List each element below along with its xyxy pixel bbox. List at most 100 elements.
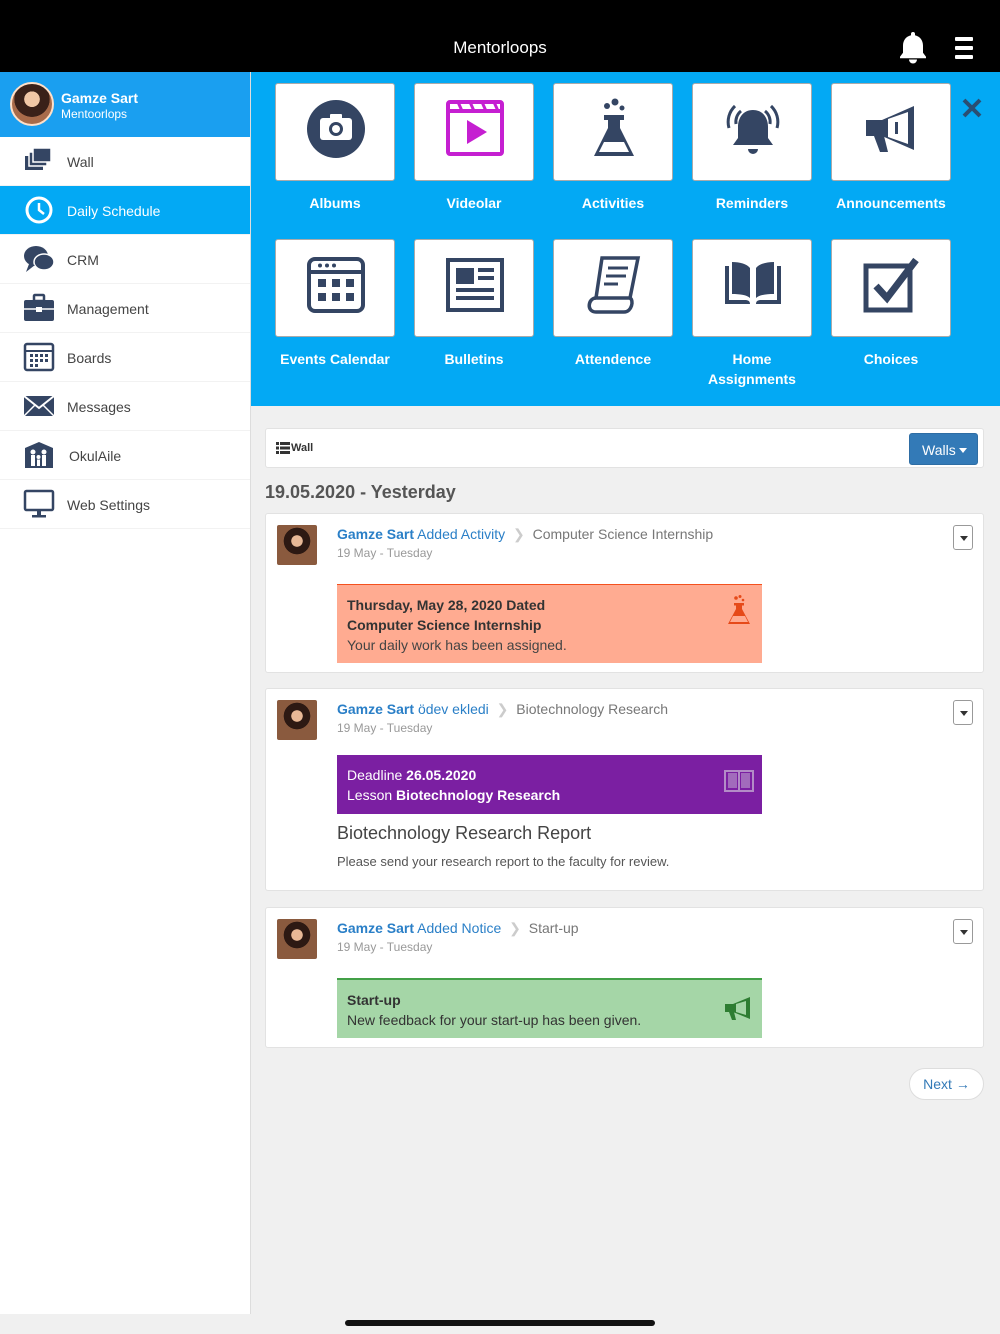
sidebar-item-web-settings[interactable]: Web Settings <box>0 480 250 529</box>
lesson-label: Lesson <box>347 787 393 803</box>
post-author[interactable]: Gamze Sart <box>337 526 414 542</box>
tile-announcements[interactable]: Announcements <box>831 83 951 213</box>
assignment-card[interactable]: Deadline 26.05.2020 Lesson Biotechnology… <box>337 755 762 814</box>
tile-bulletins[interactable]: Bulletins <box>414 239 534 369</box>
tile-box <box>831 239 951 337</box>
sidebar-item-boards[interactable]: Boards <box>0 333 250 382</box>
newspaper-icon <box>446 258 504 312</box>
megaphone-icon <box>866 106 914 152</box>
card-deadline: Deadline 26.05.2020 <box>347 765 476 785</box>
tile-choices[interactable]: Choices <box>831 239 951 369</box>
envelope-icon <box>23 395 55 417</box>
tile-albums[interactable]: Albums <box>275 83 395 213</box>
profile-name: Gamze Sart <box>61 90 139 106</box>
post-header: Gamze Sart ödev ekledi ❯ Biotechnology R… <box>337 701 668 718</box>
tile-label: Albums <box>309 195 361 211</box>
post-header: Gamze Sart Added Notice ❯ Start-up <box>337 920 579 937</box>
close-icon[interactable] <box>960 96 984 120</box>
tile-events-calendar[interactable]: Events Calendar <box>275 239 395 369</box>
home-indicator <box>345 1320 655 1326</box>
deadline-label: Deadline <box>347 767 403 783</box>
flask-icon <box>594 98 634 156</box>
post-notice: Gamze Sart Added Notice ❯ Start-up 19 Ma… <box>265 907 984 1048</box>
avatar <box>10 82 54 126</box>
assignment-description: Please send your research report to the … <box>337 854 670 869</box>
post-action[interactable]: ödev ekledi <box>418 701 489 717</box>
tile-reminders[interactable]: Reminders <box>692 83 812 213</box>
tile-label: Attendence <box>574 351 652 367</box>
family-icon <box>25 442 53 468</box>
sidebar-item-label: OkulAile <box>69 448 122 464</box>
post-time: 19 May - Tuesday <box>337 721 433 735</box>
board-icon <box>23 342 55 372</box>
card-title: Start-up <box>347 992 401 1008</box>
megaphone-icon <box>725 997 750 1020</box>
sidebar-item-messages[interactable]: Messages <box>0 382 250 431</box>
briefcase-icon <box>24 293 54 321</box>
walls-dropdown-button[interactable]: Walls <box>909 433 978 465</box>
tile-label: Home Assignments <box>708 351 796 387</box>
quick-menu-panel: Albums Videolar Activities Reminders Ann… <box>251 72 1000 406</box>
top-bar: Mentorloops <box>0 0 1000 72</box>
activity-card[interactable]: Thursday, May 28, 2020 Dated Computer Sc… <box>337 584 762 663</box>
flask-icon <box>728 595 750 624</box>
post-action[interactable]: Added Notice <box>417 920 501 936</box>
card-text: New feedback for your start-up has been … <box>347 1012 642 1028</box>
tile-home-assignments[interactable]: Home Assignments <box>692 239 812 389</box>
lesson-value: Biotechnology Research <box>396 787 561 803</box>
camera-icon <box>307 100 365 158</box>
video-icon <box>446 100 504 156</box>
sidebar-item-label: Management <box>67 301 149 317</box>
post-author[interactable]: Gamze Sart <box>337 701 414 717</box>
checkbox-icon <box>863 257 919 313</box>
scroll-icon <box>587 256 641 314</box>
sidebar-item-label: Messages <box>67 399 131 415</box>
avatar[interactable] <box>277 700 317 740</box>
bell-icon[interactable] <box>898 30 928 64</box>
sidebar-item-wall[interactable]: Wall <box>0 137 250 186</box>
tile-box <box>692 83 812 181</box>
deadline-value: 26.05.2020 <box>406 767 477 783</box>
chevron-right-icon: ❯ <box>509 920 521 936</box>
tile-box <box>553 83 673 181</box>
sidebar-item-management[interactable]: Management <box>0 284 250 333</box>
profile-org: Mentoorlops <box>61 107 128 121</box>
tile-videolar[interactable]: Videolar <box>414 83 534 213</box>
notice-card[interactable]: Start-up New feedback for your start-up … <box>337 978 762 1038</box>
tile-label: Choices <box>863 351 919 367</box>
user-profile[interactable]: Gamze Sart Mentoorlops <box>0 72 250 137</box>
sidebar-item-label: Web Settings <box>67 497 151 513</box>
post-header: Gamze Sart Added Activity ❯ Computer Sci… <box>337 526 713 543</box>
tile-activities[interactable]: Activities <box>553 83 673 213</box>
tile-attendence[interactable]: Attendence <box>553 239 673 369</box>
wall-label: Wall <box>291 442 314 454</box>
calendar-icon <box>307 257 365 313</box>
post-context: Biotechnology Research <box>516 701 669 717</box>
clock-icon <box>25 196 53 224</box>
post-action[interactable]: Added Activity <box>417 526 505 542</box>
next-page-button[interactable]: Next → <box>909 1068 984 1100</box>
tile-box <box>414 239 534 337</box>
avatar[interactable] <box>277 525 317 565</box>
app-title: Mentorloops <box>453 38 547 57</box>
walls-button-label: Walls <box>922 442 956 458</box>
tile-box <box>275 83 395 181</box>
tile-box <box>275 239 395 337</box>
sidebar-item-daily-schedule[interactable]: Daily Schedule <box>0 186 250 235</box>
sidebar-item-crm[interactable]: CRM <box>0 235 250 284</box>
sidebar: Gamze Sart Mentoorlops Wall Daily Schedu… <box>0 72 251 1314</box>
tile-box <box>692 239 812 337</box>
hamburger-menu-icon[interactable] <box>955 37 973 61</box>
sidebar-item-okulaile[interactable]: OkulAile <box>0 431 250 480</box>
post-options-dropdown[interactable] <box>953 919 973 944</box>
post-options-dropdown[interactable] <box>953 525 973 550</box>
post-author[interactable]: Gamze Sart <box>337 920 414 936</box>
post-options-dropdown[interactable] <box>953 700 973 725</box>
alarm-icon <box>726 104 780 154</box>
card-date: Thursday, May 28, 2020 Dated <box>347 597 546 613</box>
card-text: Your daily work has been assigned. <box>347 637 567 653</box>
avatar[interactable] <box>277 919 317 959</box>
tile-box <box>553 239 673 337</box>
crm-icon <box>24 246 55 272</box>
post-context: Start-up <box>528 920 579 936</box>
